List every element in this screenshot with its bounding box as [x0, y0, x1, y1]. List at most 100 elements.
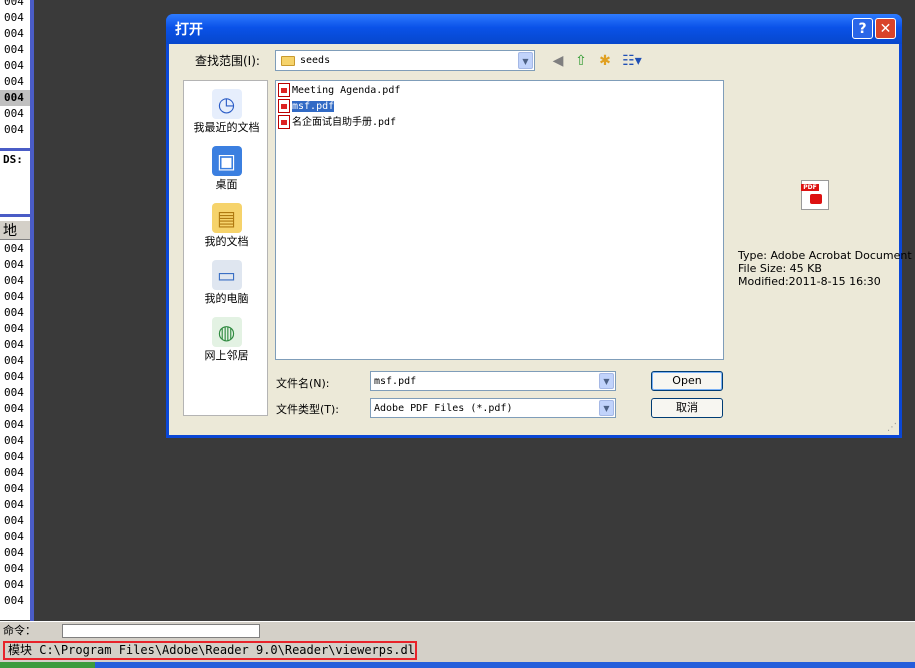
dump-row[interactable]: 004 — [0, 417, 30, 433]
dump-row[interactable]: 004 — [0, 433, 30, 449]
code-row[interactable]: 004 — [0, 74, 30, 90]
dump-row[interactable]: 004 — [0, 337, 30, 353]
pane-divider[interactable] — [0, 148, 30, 151]
code-row[interactable]: 004 — [0, 122, 30, 138]
file-name: Meeting Agenda.pdf — [292, 85, 401, 96]
pdf-file-icon — [278, 99, 290, 113]
command-label: 命令： — [3, 624, 36, 637]
dump-row[interactable]: 004 — [0, 449, 30, 465]
dialog-body: 查找范围(I): seeds ▼ ◀ ⇧ ✱ ☷▾ ◷ 我最近的文档 ▣ 桌面 … — [169, 44, 912, 435]
dump-row[interactable]: 004 — [0, 353, 30, 369]
dump-row[interactable]: 004 — [0, 369, 30, 385]
pane-divider[interactable] — [0, 214, 30, 217]
my-documents-icon: ▤ — [211, 203, 242, 233]
place-label: 我的文档 — [204, 235, 249, 248]
file-name: msf.pdf — [292, 101, 335, 112]
pdf-file-icon — [278, 83, 290, 97]
ds-label: DS: — [3, 153, 23, 166]
place-desktop[interactable]: ▣ 桌面 — [184, 146, 269, 192]
code-row-current[interactable]: 004 — [0, 90, 30, 106]
dump-row[interactable]: 004 — [0, 593, 30, 609]
code-row[interactable]: 004 — [0, 26, 30, 42]
dialog-titlebar[interactable]: 打开 ? ✕ — [166, 14, 902, 44]
dump-row[interactable]: 004 — [0, 577, 30, 593]
dump-row[interactable]: 004 — [0, 273, 30, 289]
close-button[interactable]: ✕ — [875, 18, 896, 39]
code-row[interactable]: 004 — [0, 10, 30, 26]
place-network[interactable]: ◍ 网上邻居 — [184, 317, 269, 363]
desktop-icon: ▣ — [211, 146, 242, 176]
code-row[interactable]: 004 — [0, 0, 30, 10]
dump-row[interactable]: 004 — [0, 481, 30, 497]
chevron-down-icon[interactable]: ▼ — [599, 400, 614, 416]
code-row[interactable]: 004 — [0, 106, 30, 122]
file-item-selected[interactable]: msf.pdf — [278, 99, 335, 115]
status-bar: 模块 C:\Program Files\Adobe\Reader 9.0\Rea… — [0, 640, 915, 662]
dump-row[interactable]: 004 — [0, 529, 30, 545]
look-in-label: 查找范围(I): — [195, 54, 260, 68]
filename-label: 文件名(N): — [276, 377, 330, 390]
dialog-title: 打开 — [175, 22, 203, 38]
place-label: 网上邻居 — [204, 349, 249, 362]
places-bar: ◷ 我最近的文档 ▣ 桌面 ▤ 我的文档 ▭ 我的电脑 ◍ 网上邻居 — [183, 80, 268, 416]
place-recent[interactable]: ◷ 我最近的文档 — [184, 89, 269, 135]
folder-icon — [281, 56, 295, 66]
dump-row[interactable]: 004 — [0, 545, 30, 561]
resize-grip-icon[interactable]: ⋰ — [887, 422, 897, 433]
dump-row[interactable]: 004 — [0, 465, 30, 481]
command-input[interactable] — [62, 624, 260, 638]
open-file-dialog: 打开 ? ✕ 查找范围(I): seeds ▼ ◀ ⇧ ✱ ☷▾ ◷ 我最近的文… — [166, 14, 912, 438]
acrobat-mark-icon — [810, 194, 822, 204]
chevron-down-icon[interactable]: ▼ — [518, 52, 533, 69]
up-folder-icon[interactable]: ⇧ — [572, 52, 590, 70]
file-list: Meeting Agenda.pdf msf.pdf 名企面试自助手册.pdf — [275, 80, 724, 360]
preview-size: File Size: 45 KB — [738, 262, 822, 275]
disassembly-pane: 004 004 004 004 004 004 004 004 004 DS: … — [0, 0, 30, 620]
look-in-combo[interactable]: seeds ▼ — [275, 50, 535, 71]
place-my-computer[interactable]: ▭ 我的电脑 — [184, 260, 269, 306]
filetype-combo[interactable]: Adobe PDF Files (*.pdf) ▼ — [370, 398, 616, 418]
pdf-badge: PDF — [801, 184, 819, 191]
filename-value: msf.pdf — [374, 376, 417, 387]
my-computer-icon: ▭ — [211, 260, 242, 290]
dump-row[interactable]: 004 — [0, 561, 30, 577]
code-row[interactable]: 004 — [0, 58, 30, 74]
preview-modified: Modified:2011-8-15 16:30 — [738, 275, 881, 288]
dump-row[interactable]: 004 — [0, 305, 30, 321]
filetype-value: Adobe PDF Files (*.pdf) — [374, 403, 513, 414]
pane-splitter[interactable] — [30, 0, 34, 628]
pdf-file-icon — [278, 115, 290, 129]
code-row[interactable]: 004 — [0, 42, 30, 58]
dump-row[interactable]: 004 — [0, 241, 30, 257]
new-folder-icon[interactable]: ✱ — [596, 52, 614, 70]
dump-row[interactable]: 004 — [0, 321, 30, 337]
open-button[interactable]: Open — [651, 371, 723, 391]
filename-combo[interactable]: msf.pdf ▼ — [370, 371, 616, 391]
dump-row[interactable]: 004 — [0, 257, 30, 273]
dump-row[interactable]: 004 — [0, 401, 30, 417]
info-pane: DS: — [0, 152, 30, 214]
network-places-icon: ◍ — [211, 317, 242, 347]
dump-address-header[interactable]: 地址 — [0, 220, 30, 240]
taskbar — [0, 662, 915, 668]
chevron-down-icon[interactable]: ▼ — [599, 373, 614, 389]
start-button[interactable] — [0, 662, 95, 668]
recent-documents-icon: ◷ — [211, 89, 242, 119]
file-item[interactable]: Meeting Agenda.pdf — [278, 83, 400, 99]
back-icon[interactable]: ◀ — [549, 52, 567, 70]
dump-pane: 004 004 004 004 004 004 004 004 004 004 … — [0, 241, 30, 620]
dump-row[interactable]: 004 — [0, 289, 30, 305]
look-in-value: seeds — [300, 55, 331, 66]
file-item[interactable]: 名企面试自助手册.pdf — [278, 115, 396, 131]
place-label: 我的电脑 — [204, 292, 249, 305]
module-status: 模块 C:\Program Files\Adobe\Reader 9.0\Rea… — [3, 641, 417, 660]
cancel-button[interactable]: 取消 — [651, 398, 723, 418]
place-my-documents[interactable]: ▤ 我的文档 — [184, 203, 269, 249]
dump-row[interactable]: 004 — [0, 385, 30, 401]
help-button[interactable]: ? — [852, 18, 873, 39]
view-menu-icon[interactable]: ☷▾ — [621, 52, 643, 70]
dump-row[interactable]: 004 — [0, 497, 30, 513]
filetype-label: 文件类型(T): — [276, 403, 340, 416]
dump-row[interactable]: 004 — [0, 513, 30, 529]
command-bar: 命令： — [0, 621, 915, 640]
